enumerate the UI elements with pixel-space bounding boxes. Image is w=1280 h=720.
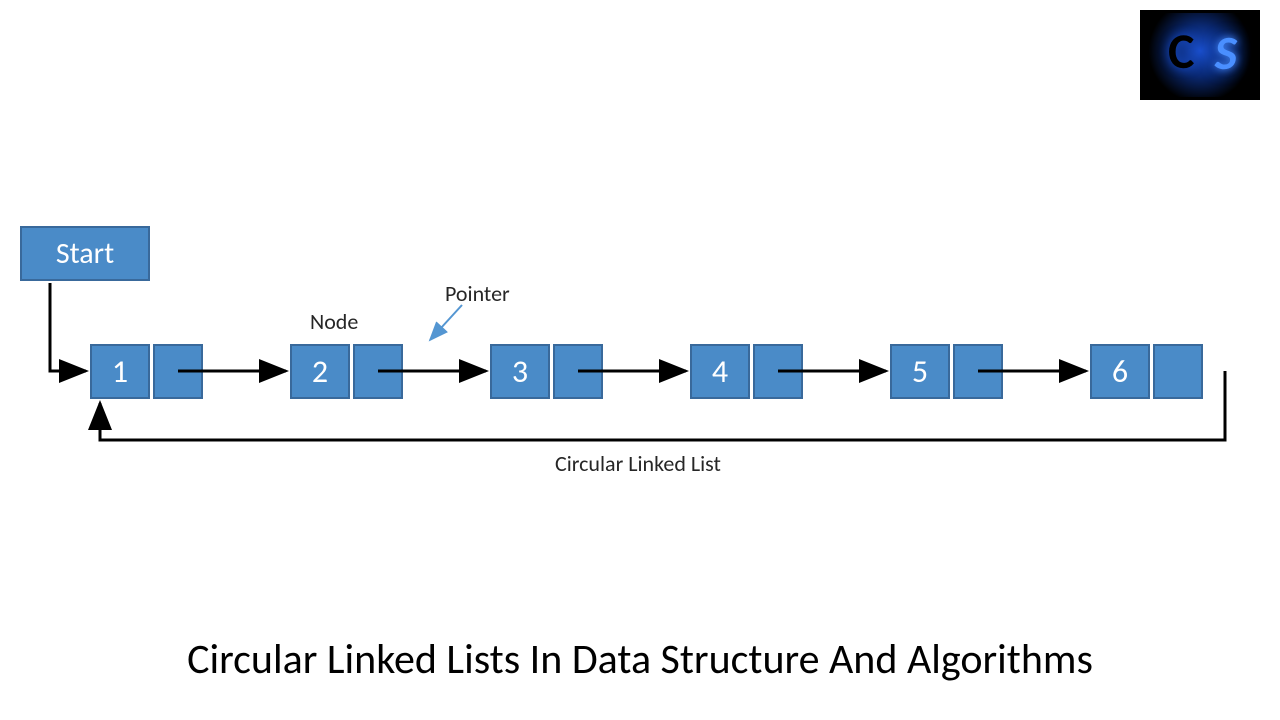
pointer-annotation-label: Pointer (445, 280, 510, 307)
node-2-data: 2 (290, 344, 350, 399)
node-annotation-label: Node (310, 308, 358, 335)
arrow-loop-back (100, 371, 1225, 440)
node-5: 5 (890, 344, 1003, 399)
node-1-pointer (153, 344, 203, 399)
logo-char-s: S (1215, 23, 1237, 82)
start-box: Start (20, 226, 150, 281)
node-6-pointer (1153, 344, 1203, 399)
node-3: 3 (490, 344, 603, 399)
node-4-data: 4 (690, 344, 750, 399)
node-5-pointer (953, 344, 1003, 399)
node-2-pointer (353, 344, 403, 399)
node-6-data: 6 (1090, 344, 1150, 399)
arrow-start-to-node1 (50, 283, 86, 371)
loop-annotation-label: Circular Linked List (555, 450, 721, 477)
node-2: 2 (290, 344, 403, 399)
logo-inner: C S (1143, 13, 1257, 97)
node-4: 4 (690, 344, 803, 399)
diagram-caption: Circular Linked Lists In Data Structure … (0, 634, 1280, 685)
node-3-pointer (553, 344, 603, 399)
logo: C S (1140, 10, 1260, 100)
start-label: Start (56, 235, 114, 272)
node-6: 6 (1090, 344, 1203, 399)
node-4-pointer (753, 344, 803, 399)
node-1-data: 1 (90, 344, 150, 399)
node-5-data: 5 (890, 344, 950, 399)
logo-char-c: C (1168, 21, 1194, 82)
pointer-annotation-arrow (430, 305, 462, 340)
node-3-data: 3 (490, 344, 550, 399)
node-1: 1 (90, 344, 203, 399)
